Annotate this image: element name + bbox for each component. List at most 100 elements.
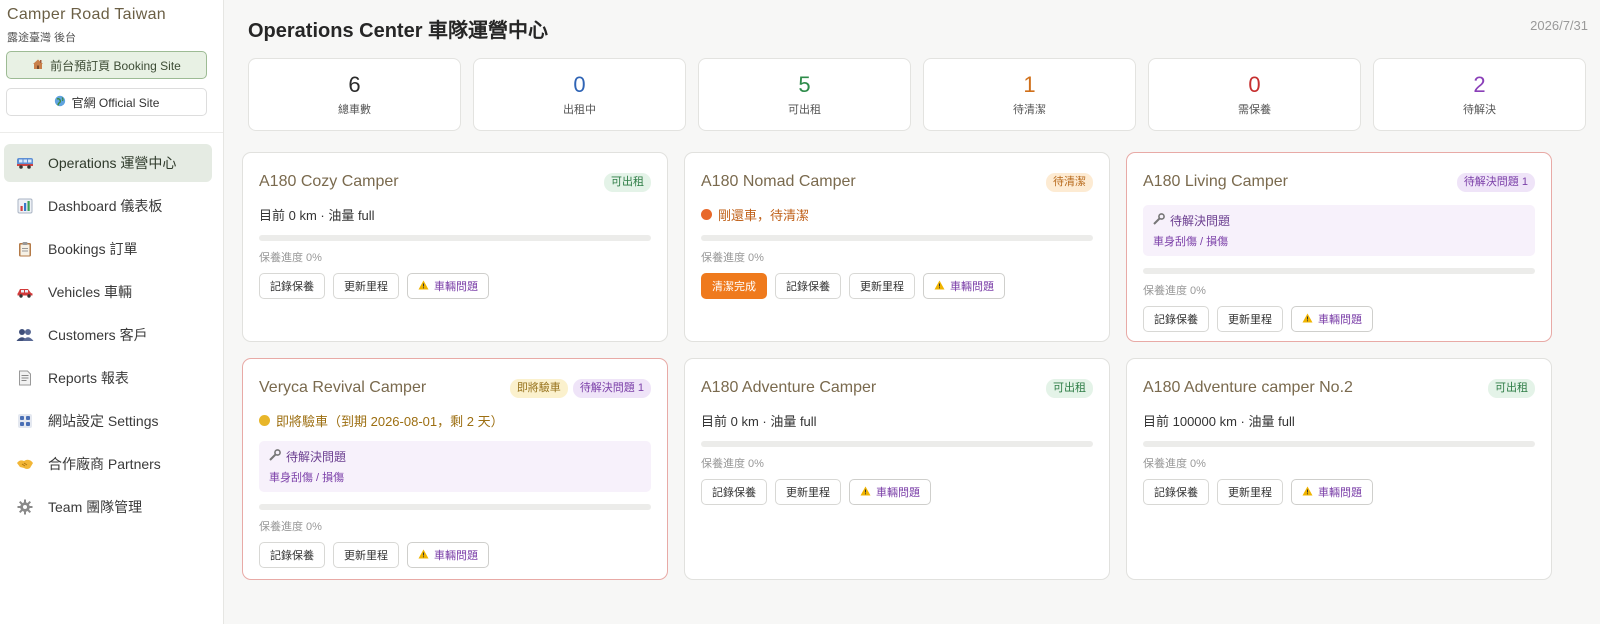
vehicle-card: A180 Adventure Camper 可出租 目前 0 km · 油量 f… (684, 358, 1110, 580)
record-maintenance-button[interactable]: 記錄保養 (775, 273, 841, 299)
yellow-circle-icon (259, 414, 270, 426)
issue-description: 車身刮傷 / 損傷 (269, 472, 345, 484)
sidebar-item-label: Reports 報表 (48, 370, 129, 386)
vehicle-name: A180 Nomad Camper (701, 173, 856, 190)
booking-site-label: 前台預訂頁 Booking Site (50, 58, 181, 73)
update-mileage-button[interactable]: 更新里程 (1217, 479, 1283, 505)
house-icon (32, 58, 44, 73)
warning-icon (1302, 486, 1313, 499)
sidebar-item-label: 網站設定 Settings (48, 413, 159, 429)
maintenance-progress-label: 保養進度 0% (259, 521, 322, 533)
document-icon (16, 369, 34, 387)
update-mileage-button[interactable]: 更新里程 (333, 273, 399, 299)
vehicle-status: 即將驗車（到期 2026-08-01，剩 2 天） (259, 411, 651, 429)
vehicle-status: 目前 0 km · 油量 full (259, 207, 375, 223)
stat-label: 總車數 (338, 104, 371, 116)
sidebar-item-label: 合作廠商 Partners (48, 456, 161, 472)
status-badge: 可出租 (1046, 378, 1093, 398)
sidebar-item-team[interactable]: Team 團隊管理 (4, 488, 212, 526)
page-title: Operations Center 車隊運營中心 (248, 20, 549, 42)
issue-badge: 待解決問題 1 (572, 378, 651, 398)
vehicle-issue-label: 車輛問題 (876, 487, 920, 499)
issue-badge: 待解決問題 1 (1456, 172, 1535, 192)
status-badge: 可出租 (604, 172, 651, 192)
vehicle-issue-button[interactable]: 車輛問題 (1291, 306, 1373, 332)
warning-icon (418, 549, 429, 562)
vehicle-card: A180 Cozy Camper 可出租 目前 0 km · 油量 full 保… (242, 152, 668, 342)
pending-issue-box: 待解決問題 車身刮傷 / 損傷 (259, 441, 651, 492)
sidebar-item-reports[interactable]: Reports 報表 (4, 359, 212, 397)
update-mileage-button[interactable]: 更新里程 (775, 479, 841, 505)
globe-icon (54, 95, 66, 110)
sidebar-nav: Operations 運營中心 Dashboard 儀表板 Bookings 訂… (4, 144, 212, 531)
vehicle-status: 剛還車，待清潔 (701, 205, 1093, 223)
sidebar-item-vehicles[interactable]: Vehicles 車輛 (4, 273, 212, 311)
sidebar-item-label: Vehicles 車輛 (48, 284, 133, 300)
sidebar: Camper Road Taiwan 露途臺灣 後台 前台預訂頁 Booking… (0, 0, 224, 624)
page-date: 2026/7/31 (1530, 18, 1588, 33)
record-maintenance-button[interactable]: 記錄保養 (701, 479, 767, 505)
sidebar-item-customers[interactable]: Customers 客戶 (4, 316, 212, 354)
record-maintenance-button[interactable]: 記錄保養 (1143, 479, 1209, 505)
warning-icon (860, 486, 871, 499)
vehicle-name: A180 Adventure camper No.2 (1143, 379, 1353, 396)
maintenance-progress-bar (1143, 441, 1535, 447)
sidebar-item-bookings[interactable]: Bookings 訂單 (4, 230, 212, 268)
orange-circle-icon (701, 208, 712, 220)
vehicle-issue-button[interactable]: 車輛問題 (407, 542, 489, 568)
maintenance-progress-bar (1143, 268, 1535, 274)
inspection-badge: 即將驗車 (509, 378, 568, 398)
vehicle-status-text: 即將驗車（到期 2026-08-01，剩 2 天） (276, 413, 504, 429)
record-maintenance-button[interactable]: 記錄保養 (259, 273, 325, 299)
clean-done-button[interactable]: 清潔完成 (701, 273, 767, 299)
stat-value: 0 (573, 72, 586, 97)
wrench-icon (1153, 213, 1165, 228)
sidebar-item-dashboard[interactable]: Dashboard 儀表板 (4, 187, 212, 225)
maintenance-progress-label: 保養進度 0% (701, 458, 764, 470)
booking-site-button[interactable]: 前台預訂頁 Booking Site (6, 51, 207, 79)
vehicle-card: A180 Living Camper 待解決問題 1 待解決問題 車身刮傷 / … (1126, 152, 1552, 342)
vehicle-card: A180 Adventure camper No.2 可出租 目前 100000… (1126, 358, 1552, 580)
vehicle-issue-label: 車輛問題 (1318, 487, 1362, 499)
maintenance-progress-bar (259, 235, 651, 241)
stat-value: 1 (1023, 72, 1036, 97)
update-mileage-button[interactable]: 更新里程 (333, 542, 399, 568)
official-site-button[interactable]: 官網 Official Site (6, 88, 207, 116)
vehicle-status: 目前 100000 km · 油量 full (1143, 413, 1295, 429)
stat-label: 需保養 (1238, 104, 1271, 116)
vehicle-issue-button[interactable]: 車輛問題 (407, 273, 489, 299)
gear-icon (16, 498, 34, 516)
bar-chart-icon (16, 197, 34, 215)
clipboard-icon (16, 240, 34, 258)
vehicle-issue-button[interactable]: 車輛問題 (923, 273, 1005, 299)
vehicle-card: Veryca Revival Camper 即將驗車 待解決問題 1 即將驗車（… (242, 358, 668, 580)
issue-description: 車身刮傷 / 損傷 (1153, 236, 1229, 248)
stat-value: 0 (1248, 72, 1261, 97)
stat-on-rent: 0 出租中 (473, 58, 686, 131)
vehicle-issue-label: 車輛問題 (1318, 314, 1362, 326)
stat-label: 可出租 (788, 104, 821, 116)
record-maintenance-button[interactable]: 記錄保養 (1143, 306, 1209, 332)
campervan-icon (16, 154, 34, 172)
sidebar-item-label: Operations 運營中心 (48, 155, 177, 171)
sidebar-item-operations[interactable]: Operations 運營中心 (4, 144, 212, 182)
stat-total-vehicles: 6 總車數 (248, 58, 461, 131)
warning-icon (418, 280, 429, 293)
sidebar-item-partners[interactable]: 合作廠商 Partners (4, 445, 212, 483)
vehicle-issue-button[interactable]: 車輛問題 (849, 479, 931, 505)
update-mileage-button[interactable]: 更新里程 (849, 273, 915, 299)
stat-needs-maintenance: 0 需保養 (1148, 58, 1361, 131)
maintenance-progress-bar (259, 504, 651, 510)
sidebar-item-settings[interactable]: 網站設定 Settings (4, 402, 212, 440)
vehicle-issue-button[interactable]: 車輛問題 (1291, 479, 1373, 505)
status-badge: 待清潔 (1046, 172, 1093, 192)
record-maintenance-button[interactable]: 記錄保養 (259, 542, 325, 568)
maintenance-progress-label: 保養進度 0% (1143, 285, 1206, 297)
stat-value: 5 (798, 72, 811, 97)
maintenance-progress-label: 保養進度 0% (259, 252, 322, 264)
issue-title: 待解決問題 (286, 450, 347, 464)
vehicle-issue-label: 車輛問題 (434, 550, 478, 562)
maintenance-progress-label: 保養進度 0% (701, 252, 764, 264)
stats-row: 6 總車數 0 出租中 5 可出租 1 待清潔 0 需保養 2 待解決 (248, 58, 1586, 131)
update-mileage-button[interactable]: 更新里程 (1217, 306, 1283, 332)
